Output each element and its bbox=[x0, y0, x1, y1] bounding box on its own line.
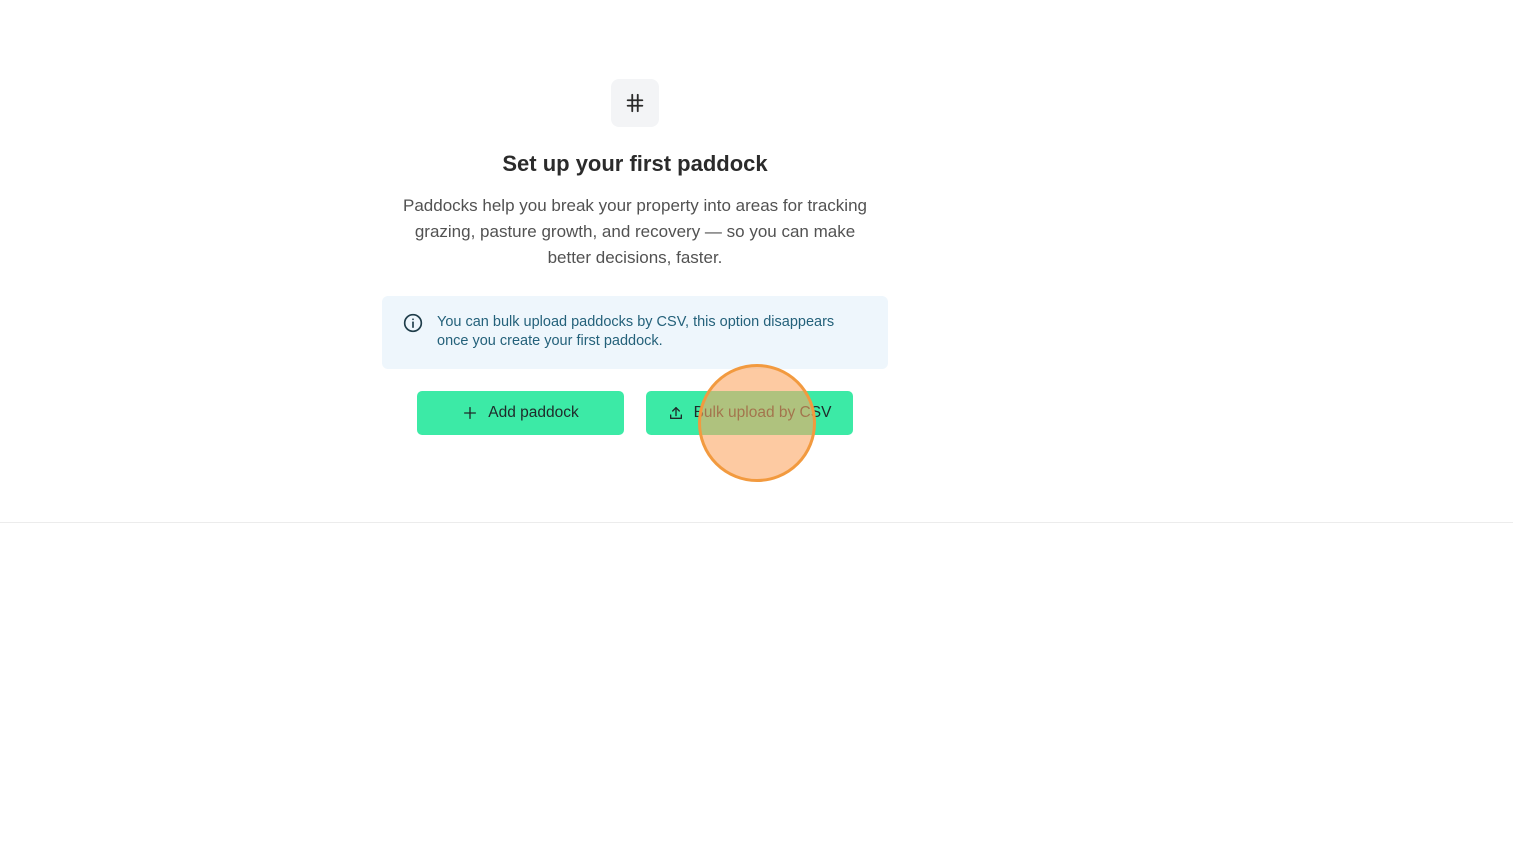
page: Set up your first paddock Paddocks help … bbox=[0, 0, 1513, 845]
bulk-upload-label: Bulk upload by CSV bbox=[693, 404, 832, 421]
plus-icon bbox=[464, 407, 477, 419]
info-banner-text: You can bulk upload paddocks by CSV, thi… bbox=[437, 314, 835, 349]
info-banner: You can bulk upload paddocks by CSV, thi… bbox=[382, 296, 888, 369]
add-paddock-label: Add paddock bbox=[488, 404, 579, 421]
hash-icon bbox=[626, 93, 644, 113]
empty-state: Set up your first paddock Paddocks help … bbox=[382, 79, 888, 435]
upload-icon bbox=[669, 407, 682, 419]
page-title: Set up your first paddock bbox=[502, 151, 768, 176]
add-paddock-button[interactable]: Add paddock bbox=[417, 391, 624, 435]
bulk-upload-csv-button[interactable]: Bulk upload by CSV bbox=[646, 391, 853, 435]
action-buttons: Add paddock Bulk upload by CSV bbox=[382, 391, 888, 435]
section-divider bbox=[0, 522, 1513, 523]
hash-icon-tile bbox=[611, 79, 659, 127]
empty-state-description: Paddocks help you break your property in… bbox=[403, 196, 867, 267]
info-icon bbox=[403, 313, 423, 333]
